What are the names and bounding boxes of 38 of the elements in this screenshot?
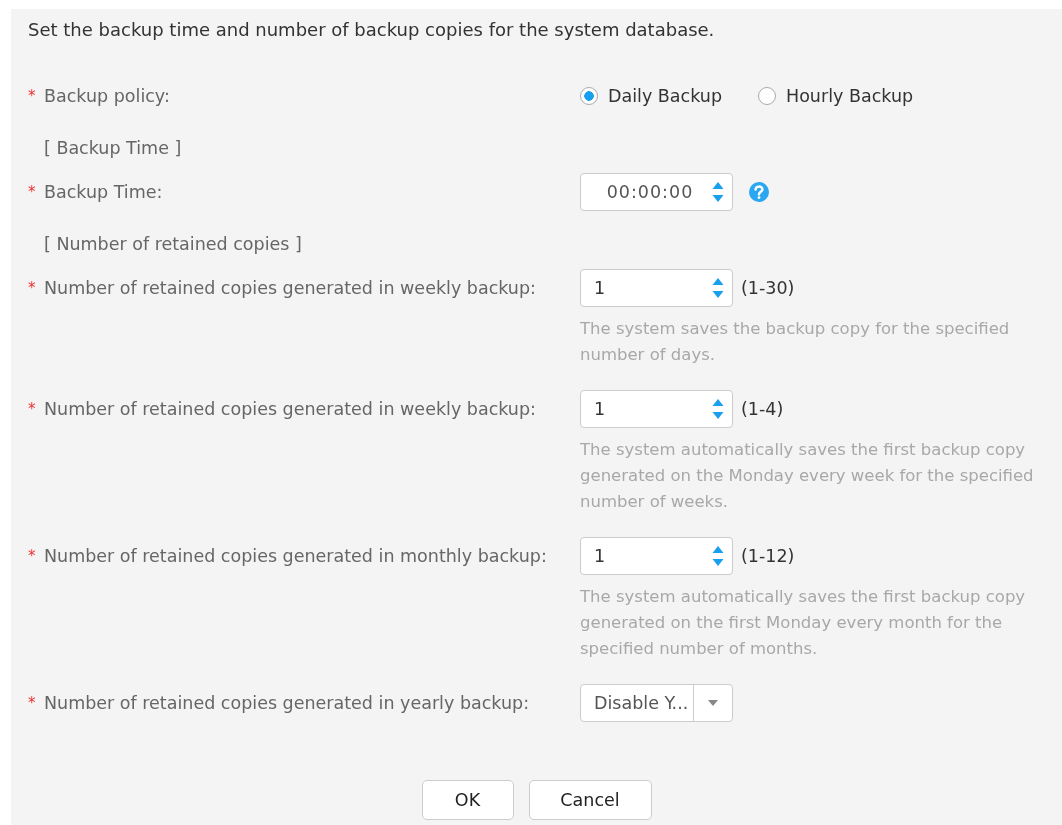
cancel-button[interactable]: Cancel bbox=[528, 780, 652, 820]
section-heading: [ Number of retained copies ] bbox=[43, 233, 303, 256]
field-label: Number of retained copies generated in monthly backup: bbox=[44, 545, 547, 567]
spinner-icon[interactable] bbox=[712, 277, 724, 299]
hint-text: The system saves the backup copy for the specified number of days. bbox=[580, 318, 1011, 366]
required-marker: * bbox=[28, 86, 37, 107]
field-label: Number of retained copies generated in weekly backup: bbox=[44, 398, 536, 420]
spinner-icon[interactable] bbox=[712, 398, 724, 420]
number-field[interactable]: 1 bbox=[580, 537, 733, 575]
number-field[interactable]: 1 bbox=[580, 390, 733, 428]
ok-button[interactable]: OK bbox=[421, 780, 514, 820]
dropdown[interactable]: Disable Y... bbox=[580, 684, 733, 722]
option-label[interactable]: Hourly Backup bbox=[786, 86, 914, 106]
range-text: (1-12) bbox=[741, 546, 795, 566]
spinner-icon[interactable] bbox=[712, 181, 724, 203]
help-icon[interactable] bbox=[749, 182, 769, 202]
caret-icon[interactable] bbox=[708, 700, 718, 706]
required-marker: * bbox=[28, 182, 37, 203]
section-heading: [ Backup Time ] bbox=[43, 137, 183, 160]
field-label: Backup policy: bbox=[44, 85, 170, 107]
required-marker: * bbox=[28, 278, 37, 299]
field-label: Number of retained copies generated in weekly backup: bbox=[44, 277, 536, 299]
hint-text: The system automatically saves the first backup copy generated on the first Monday every month for the specified number of months. bbox=[580, 586, 1027, 660]
field-label: Backup Time: bbox=[44, 181, 163, 203]
required-marker: * bbox=[28, 546, 37, 567]
required-marker: * bbox=[28, 399, 37, 420]
field-label: Number of retained copies generated in yearly backup: bbox=[44, 692, 530, 714]
time-field[interactable]: 00:00:00 bbox=[580, 173, 733, 211]
spinner-icon[interactable] bbox=[712, 545, 724, 567]
required-marker: * bbox=[28, 693, 37, 714]
range-text: (1-30) bbox=[741, 278, 795, 298]
radio-button[interactable] bbox=[758, 87, 776, 105]
range-text: (1-4) bbox=[741, 399, 784, 419]
number-field[interactable]: 1 bbox=[580, 269, 733, 307]
hint-text: The system automatically saves the first backup copy generated on the Monday every week for the specified number of weeks. bbox=[580, 439, 1035, 513]
option-label[interactable]: Daily Backup bbox=[608, 86, 722, 106]
radio-button[interactable] bbox=[580, 87, 598, 105]
instruction-text: Set the backup time and number of backup copies for the system database. bbox=[28, 18, 716, 42]
